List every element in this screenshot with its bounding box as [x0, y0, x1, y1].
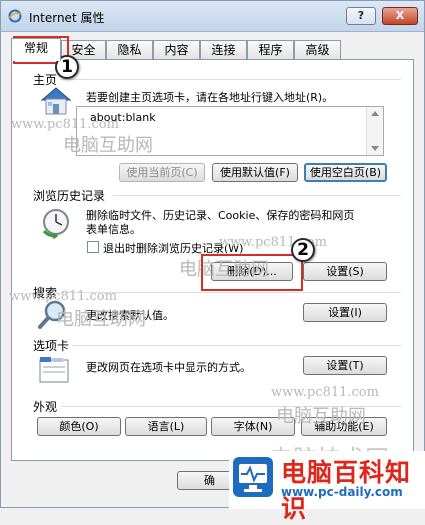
- ie-icon: [8, 9, 22, 23]
- tab-connections[interactable]: 连接: [200, 40, 247, 59]
- tab-content[interactable]: 内容: [153, 40, 200, 59]
- watermark-cn-1: 电脑互助网: [63, 135, 153, 156]
- use-current-page-button[interactable]: 使用当前页(C): [119, 163, 205, 182]
- title-bar: Internet 属性 ? X: [1, 1, 424, 32]
- delete-history-on-exit-checkbox[interactable]: [87, 241, 99, 253]
- tabs-settings-button[interactable]: 设置(T): [303, 356, 387, 375]
- help-button[interactable]: ?: [346, 7, 376, 25]
- tabs-window-icon: [39, 357, 69, 383]
- languages-button[interactable]: 语言(L): [125, 417, 207, 436]
- use-blank-button[interactable]: 使用空白页(B): [304, 163, 387, 182]
- window-title: Internet 属性: [29, 11, 105, 25]
- history-description-line2: 表单信息。: [86, 223, 141, 236]
- tab-privacy[interactable]: 隐私: [106, 40, 153, 59]
- watermark-cn-3: 电脑互助网: [56, 309, 146, 330]
- pc-daily-logo-icon: [233, 457, 273, 497]
- step-2-badge: 2: [291, 238, 315, 262]
- history-group-label: 浏览历史记录: [33, 189, 106, 203]
- house-icon: [40, 87, 72, 115]
- history-divider: [113, 195, 401, 196]
- history-settings-button[interactable]: 设置(S): [303, 262, 387, 281]
- highlight-delete-button: [201, 254, 303, 291]
- tabs-description: 更改网页在选项卡中显示的方式。: [86, 361, 251, 374]
- internet-options-dialog: Internet 属性 ? X 常规 安全 隐私 内容 连接 程序 高级 主页 …: [0, 0, 425, 523]
- watermark-cn-4: 电脑互助网: [276, 406, 366, 427]
- tabs-group-label: 选项卡: [33, 339, 70, 353]
- appearance-group-label: 外观: [33, 400, 58, 414]
- logo-url: www.pc-daily.com: [281, 485, 403, 499]
- scroll-up-arrow-icon[interactable]: [371, 111, 379, 116]
- watermark-url-4: www.pc811.com: [271, 385, 379, 400]
- homepage-scrollbar[interactable]: [366, 107, 383, 155]
- tab-programs[interactable]: 程序: [247, 40, 294, 59]
- tabs-divider: [73, 345, 401, 346]
- homepage-divider: [61, 79, 401, 80]
- tab-general[interactable]: 常规: [11, 38, 61, 61]
- pc-daily-logo: 电脑百科知识 www.pc-daily.com: [229, 451, 425, 523]
- homepage-description: 若要创建主页选项卡，请在各地址行键入地址(R)。: [86, 91, 334, 104]
- search-settings-button[interactable]: 设置(I): [303, 303, 387, 322]
- ok-button[interactable]: 确: [177, 471, 237, 490]
- close-button[interactable]: X: [382, 7, 418, 25]
- watermark-url-3: www.pc811.com: [9, 289, 117, 304]
- tab-advanced[interactable]: 高级: [294, 40, 341, 59]
- scroll-down-arrow-icon[interactable]: [371, 146, 379, 151]
- colors-button[interactable]: 颜色(O): [37, 417, 121, 436]
- use-default-button[interactable]: 使用默认值(F): [212, 163, 298, 182]
- watermark-url-1: www.pc811.com: [11, 117, 119, 132]
- history-clock-icon: [42, 209, 69, 239]
